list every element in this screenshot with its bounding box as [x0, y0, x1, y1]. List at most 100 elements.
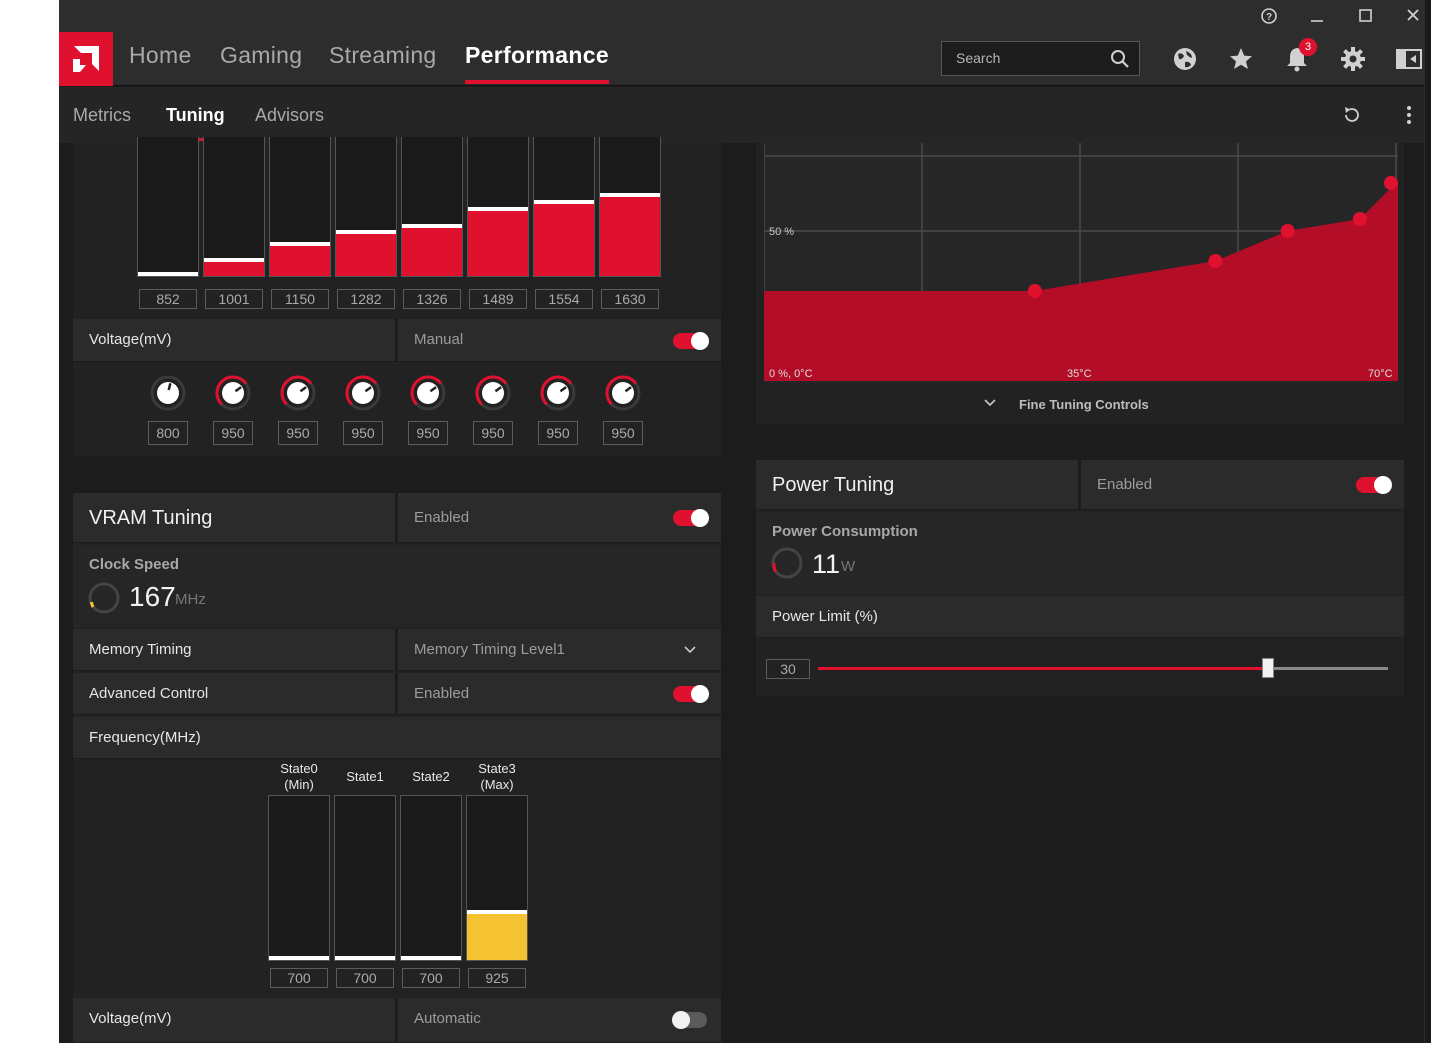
power-limit-slider-thumb[interactable]: [1262, 658, 1274, 678]
row-divider: [395, 673, 398, 714]
voltage-knob-icon[interactable]: [344, 374, 382, 412]
vram-state-bar-fill: [335, 956, 395, 960]
search-box[interactable]: [941, 41, 1140, 76]
gpu-voltage-value[interactable]: 950: [278, 421, 318, 445]
gpu-voltage-value[interactable]: 950: [213, 421, 253, 445]
nav-tab-home[interactable]: Home: [129, 42, 192, 69]
globe-icon[interactable]: [1170, 44, 1200, 74]
power-tuning-toggle[interactable]: [1356, 476, 1392, 494]
toggle-knob: [672, 1011, 690, 1029]
vram-state-bar-fill: [467, 910, 527, 960]
fan-curve-point[interactable]: [1280, 224, 1295, 238]
amd-logo[interactable]: [59, 32, 113, 86]
gpu-state-bar[interactable]: [203, 137, 265, 277]
nav-tab-gaming[interactable]: Gaming: [220, 42, 302, 69]
gpu-state-bar[interactable]: [269, 137, 331, 277]
subtab-metrics[interactable]: Metrics: [73, 105, 131, 126]
advanced-control-toggle[interactable]: [673, 685, 709, 703]
vram-state-bar[interactable]: [466, 795, 528, 961]
reset-icon[interactable]: [1341, 104, 1363, 126]
fan-curve-point[interactable]: [1208, 254, 1223, 268]
gpu-frequency-value[interactable]: 1630: [601, 289, 659, 309]
power-tuning-status: Enabled: [1097, 476, 1153, 493]
gpu-state-bar[interactable]: [335, 137, 397, 277]
gpu-state-bar[interactable]: [467, 137, 529, 277]
more-options-icon[interactable]: [1403, 104, 1415, 126]
gpu-voltage-value[interactable]: 800: [148, 421, 188, 445]
toggle-knob: [691, 332, 709, 350]
gpu-voltage-toggle[interactable]: [673, 332, 709, 350]
voltage-knob-icon[interactable]: [149, 374, 187, 412]
vram-state-value[interactable]: 700: [336, 968, 394, 988]
vram-state-bar-fill: [269, 956, 329, 960]
voltage-knob-icon[interactable]: [214, 374, 252, 412]
gpu-frequency-value[interactable]: 1150: [271, 289, 329, 309]
subtab-tuning[interactable]: Tuning: [166, 105, 225, 141]
gpu-frequency-value[interactable]: 1554: [535, 289, 593, 309]
gpu-voltage-value[interactable]: 950: [538, 421, 578, 445]
voltage-knob-icon[interactable]: [604, 374, 642, 412]
help-icon[interactable]: ?: [1254, 4, 1284, 28]
voltage-knob-icon[interactable]: [474, 374, 512, 412]
close-icon[interactable]: [1398, 4, 1428, 28]
power-limit-row: Power Limit (%): [756, 596, 1404, 638]
gpu-voltage-value[interactable]: 950: [343, 421, 383, 445]
star-icon[interactable]: [1226, 44, 1256, 74]
nav-tab-streaming[interactable]: Streaming: [329, 42, 437, 69]
power-limit-slider-track[interactable]: [818, 658, 1388, 678]
vram-voltage-toggle[interactable]: [672, 1011, 707, 1029]
vram-state-bar[interactable]: [334, 795, 396, 961]
advanced-control-row: Advanced Control Enabled: [73, 673, 721, 715]
voltage-knob-icon[interactable]: [539, 374, 577, 412]
gear-icon[interactable]: [1338, 44, 1368, 74]
search-input[interactable]: [956, 50, 1106, 66]
memory-timing-dropdown[interactable]: Memory Timing Level1: [414, 641, 565, 658]
vram-tuning-toggle[interactable]: [673, 509, 709, 527]
memory-timing-row: Memory Timing Memory Timing Level1: [73, 629, 721, 671]
gpu-state-bar[interactable]: [137, 137, 199, 277]
vram-frequency-row: Frequency(MHz): [73, 717, 721, 759]
vram-tuning-card: VRAM Tuning Enabled Clock Speed 167 MHz …: [73, 493, 721, 1043]
gpu-voltage-mode: Manual: [414, 331, 464, 348]
fan-curve-point[interactable]: [1384, 176, 1398, 190]
fan-curve-point[interactable]: [1027, 284, 1042, 298]
fine-tuning-controls-button[interactable]: Fine Tuning Controls: [1019, 397, 1149, 412]
gpu-frequency-value[interactable]: 852: [139, 289, 197, 309]
gpu-frequency-value[interactable]: 1282: [337, 289, 395, 309]
gpu-state-bar-fill: [402, 224, 462, 276]
gpu-voltage-value[interactable]: 950: [603, 421, 643, 445]
gpu-voltage-value[interactable]: 950: [473, 421, 513, 445]
row-divider: [395, 319, 398, 361]
voltage-knob-icon[interactable]: [279, 374, 317, 412]
fan-curve-point[interactable]: [1352, 212, 1367, 226]
fan-x-label-start: 0 %, 0°C: [769, 368, 813, 380]
vram-voltage-mode: Automatic: [414, 1010, 481, 1027]
power-tuning-card: Power Tuning Enabled Power Consumption 1…: [756, 460, 1404, 696]
chevron-down-icon[interactable]: [983, 396, 997, 410]
maximize-icon[interactable]: [1350, 4, 1380, 28]
minimize-icon[interactable]: [1302, 4, 1332, 28]
vram-state-value[interactable]: 700: [402, 968, 460, 988]
nav-tab-performance[interactable]: Performance: [465, 42, 609, 84]
gpu-frequency-value[interactable]: 1001: [205, 289, 263, 309]
fan-curve-chart[interactable]: [764, 143, 1398, 383]
voltage-knob-icon[interactable]: [409, 374, 447, 412]
subtab-advisors[interactable]: Advisors: [255, 105, 324, 126]
vram-state-value[interactable]: 700: [270, 968, 328, 988]
gpu-frequency-value[interactable]: 1326: [403, 289, 461, 309]
toggle-knob: [1374, 476, 1392, 494]
gpu-frequency-value[interactable]: 1489: [469, 289, 527, 309]
search-icon[interactable]: [1110, 49, 1130, 69]
chevron-down-icon[interactable]: [683, 643, 697, 657]
sidebar-toggle-icon[interactable]: [1394, 44, 1424, 74]
power-limit-value[interactable]: 30: [766, 659, 810, 679]
gpu-voltage-value[interactable]: 950: [408, 421, 448, 445]
gpu-state-bar[interactable]: [401, 137, 463, 277]
vram-state-label: State3 (Max): [478, 761, 516, 792]
gpu-state-bar[interactable]: [599, 137, 661, 277]
row-divider: [1078, 460, 1081, 509]
vram-state-value[interactable]: 925: [468, 968, 526, 988]
vram-state-bar[interactable]: [268, 795, 330, 961]
vram-state-bar[interactable]: [400, 795, 462, 961]
gpu-state-bar[interactable]: [533, 137, 595, 277]
